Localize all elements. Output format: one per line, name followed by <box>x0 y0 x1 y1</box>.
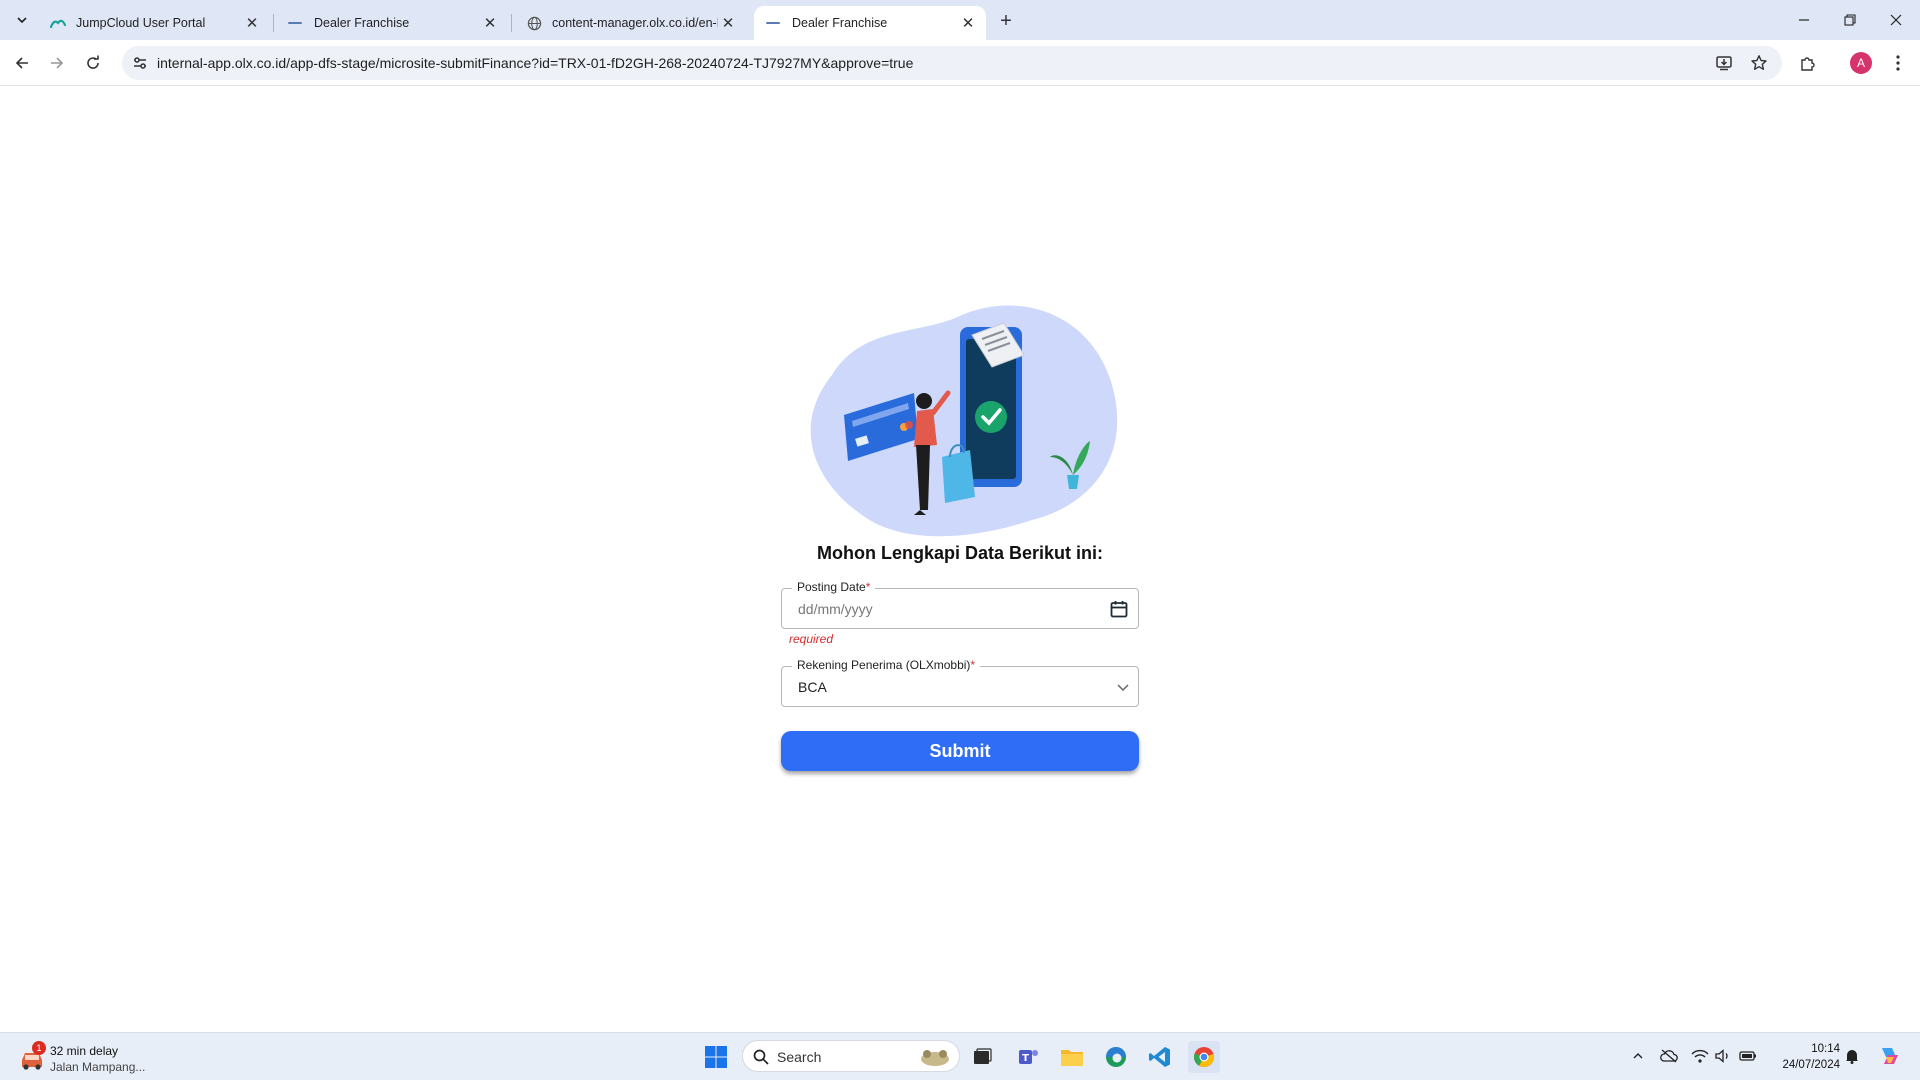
tab-divider <box>273 14 274 32</box>
chrome-button[interactable] <box>1188 1041 1220 1073</box>
calendar-icon[interactable] <box>1109 599 1129 619</box>
tab-dealer-franchise[interactable]: Dealer Franchise ✕ <box>276 6 508 40</box>
required-mark: * <box>970 658 976 672</box>
edge-button[interactable] <box>1100 1041 1132 1073</box>
rekening-label: Rekening Penerima (OLXmobbi)* <box>792 658 981 672</box>
teams-button[interactable]: T <box>1012 1041 1044 1073</box>
minimize-icon <box>1799 19 1809 21</box>
url-text[interactable]: internal-app.olx.co.id/app-dfs-stage/mic… <box>157 55 913 71</box>
forward-button[interactable] <box>42 48 72 78</box>
close-icon <box>1890 14 1902 26</box>
install-app-icon[interactable] <box>1714 53 1734 73</box>
posting-date-placeholder[interactable]: dd/mm/yyyy <box>798 601 873 617</box>
tab-search-button[interactable] <box>10 8 34 32</box>
close-icon[interactable]: ✕ <box>718 13 738 33</box>
show-hidden-icons[interactable] <box>1628 1046 1648 1066</box>
menu-button[interactable] <box>1883 48 1913 78</box>
close-icon[interactable]: ✕ <box>958 13 978 33</box>
new-tab-button[interactable]: + <box>994 9 1018 33</box>
chevron-down-icon <box>17 17 27 24</box>
reload-button[interactable] <box>78 48 108 78</box>
rekening-select[interactable]: Rekening Penerima (OLXmobbi)* BCA <box>781 658 1139 707</box>
copilot-icon[interactable] <box>1877 1046 1903 1066</box>
tab-divider <box>511 14 512 32</box>
posting-date-error: required <box>789 632 834 646</box>
tab-dealer-franchise-active[interactable]: Dealer Franchise ✕ <box>754 6 986 40</box>
folder-icon <box>1061 1050 1083 1066</box>
payment-illustration <box>810 305 1118 537</box>
system-clock[interactable]: 10:14 24/07/2024 <box>1770 1041 1840 1073</box>
submit-button[interactable]: Submit <box>781 731 1139 771</box>
tab-jumpcloud[interactable]: JumpCloud User Portal ✕ <box>38 6 270 40</box>
volume-icon[interactable] <box>1713 1046 1733 1066</box>
battery-icon[interactable] <box>1738 1046 1758 1066</box>
traffic-subtitle: Jalan Mampang... <box>50 1060 146 1074</box>
reload-icon <box>87 55 99 69</box>
extensions-button[interactable] <box>1793 48 1823 78</box>
dash-icon <box>288 15 304 31</box>
bookmark-star-icon[interactable] <box>1749 53 1769 73</box>
tab-title: Dealer Franchise <box>314 16 410 30</box>
back-button[interactable] <box>7 48 37 78</box>
browser-toolbar: internal-app.olx.co.id/app-dfs-stage/mic… <box>0 40 1920 86</box>
teams-icon: T <box>1019 1050 1038 1064</box>
clock-time: 10:14 <box>1811 1043 1840 1055</box>
close-icon[interactable]: ✕ <box>480 13 500 33</box>
wifi-icon[interactable] <box>1690 1046 1710 1066</box>
tab-content-manager[interactable]: content-manager.olx.co.id/en-I ✕ <box>514 6 746 40</box>
start-button[interactable] <box>700 1041 732 1073</box>
search-icon <box>753 1049 769 1065</box>
jumpcloud-icon <box>50 15 66 31</box>
task-view-button[interactable] <box>966 1041 998 1073</box>
profile-avatar[interactable]: A <box>1850 52 1872 74</box>
puzzle-icon <box>1801 57 1815 71</box>
rekening-value[interactable]: BCA <box>798 679 827 695</box>
svg-text:T: T <box>1022 1053 1029 1064</box>
notification-bell-icon[interactable] <box>1842 1046 1862 1066</box>
restore-button[interactable] <box>1827 0 1873 40</box>
edge-icon <box>1106 1047 1126 1067</box>
arrow-left-icon <box>15 57 28 69</box>
close-window-button[interactable] <box>1873 0 1919 40</box>
traffic-title: 32 min delay <box>50 1044 119 1058</box>
posting-date-field[interactable]: Posting Date* dd/mm/yyyy <box>781 580 1139 629</box>
windows-icon <box>705 1046 727 1068</box>
onedrive-icon[interactable] <box>1659 1046 1679 1066</box>
site-settings-icon[interactable] <box>131 54 149 72</box>
search-label: Search <box>777 1049 822 1065</box>
file-explorer-button[interactable] <box>1056 1041 1088 1073</box>
vscode-button[interactable] <box>1144 1041 1176 1073</box>
vscode-icon <box>1149 1047 1170 1067</box>
arrow-right-icon <box>51 57 64 69</box>
globe-icon <box>526 15 542 31</box>
form-heading: Mohon Lengkapi Data Berikut ini: <box>816 543 1103 563</box>
tab-strip: JumpCloud User Portal ✕ Dealer Franchise… <box>0 0 1920 40</box>
close-icon[interactable]: ✕ <box>242 13 262 33</box>
tab-title: JumpCloud User Portal <box>76 16 206 30</box>
chevron-down-icon[interactable] <box>1115 679 1131 695</box>
required-mark: * <box>865 580 871 594</box>
restore-icon <box>1844 14 1856 26</box>
address-bar[interactable]: internal-app.olx.co.id/app-dfs-stage/mic… <box>122 46 1782 80</box>
chrome-icon <box>1193 1047 1214 1068</box>
notification-badge: 1 <box>32 1041 46 1055</box>
taskbar-search[interactable]: Search <box>742 1040 960 1072</box>
dash-icon <box>766 15 782 31</box>
traffic-widget[interactable]: 1 32 min delay Jalan Mampang... <box>18 1041 178 1075</box>
posting-date-label: Posting Date* <box>792 580 876 594</box>
tab-title: Dealer Franchise <box>792 16 888 30</box>
taskbar: 1 32 min delay Jalan Mampang... Search T <box>0 1032 1920 1080</box>
search-highlight-icon <box>921 1050 949 1066</box>
more-vertical-icon <box>1896 55 1900 71</box>
minimize-button[interactable] <box>1781 0 1827 40</box>
tab-title: content-manager.olx.co.id/en-I <box>552 16 718 30</box>
chevron-up-icon <box>1633 1053 1643 1059</box>
clock-date: 24/07/2024 <box>1782 1059 1840 1071</box>
task-view-icon <box>974 1048 992 1064</box>
